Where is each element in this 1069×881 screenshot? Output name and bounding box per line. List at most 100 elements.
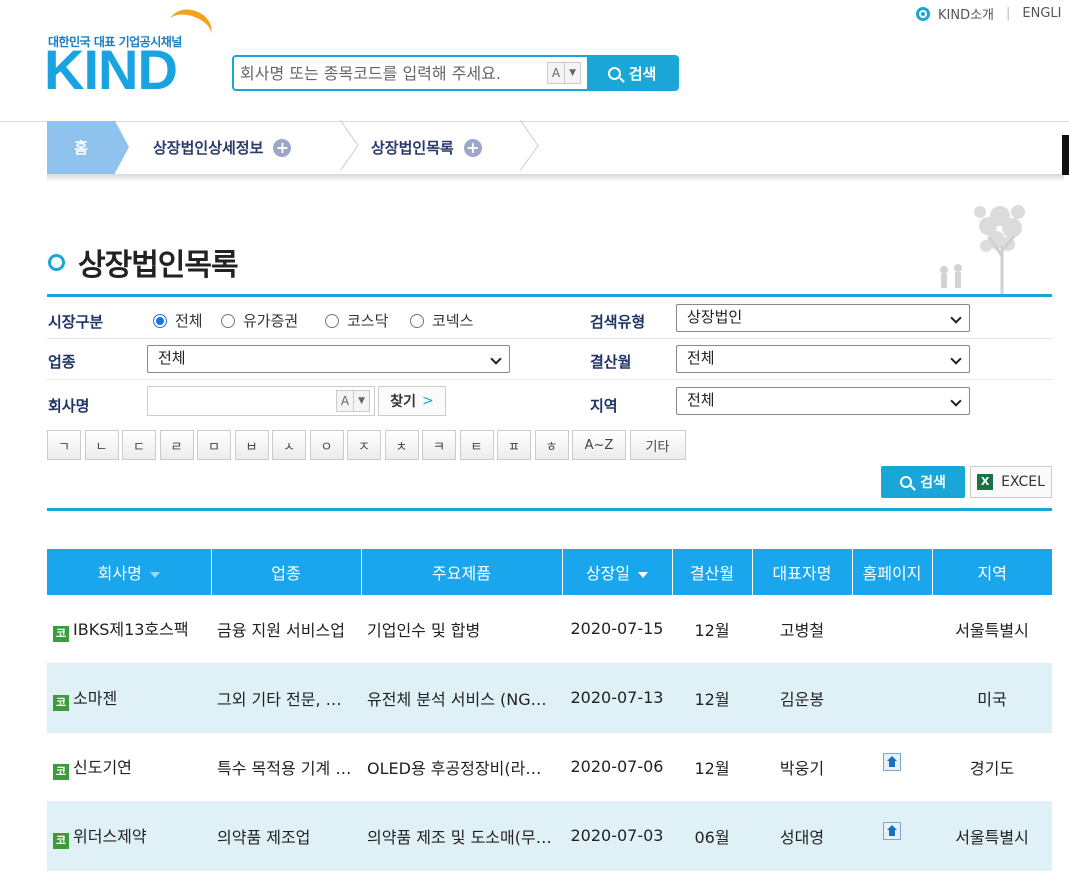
- column-header-label: 상장일: [585, 564, 631, 583]
- company-cell[interactable]: 코 IBKS제13호스팩: [47, 595, 211, 664]
- ime-toggle[interactable]: A ▼: [335, 390, 370, 412]
- breadcrumb-item-detail-label: 상장법인상세정보: [153, 139, 264, 157]
- search-type-value: 상장법인: [687, 308, 743, 326]
- consonant-button[interactable]: ㅋ: [422, 430, 456, 460]
- ime-label: A: [340, 394, 350, 408]
- filter-row-divider: [47, 379, 1052, 380]
- radio-unchecked-icon[interactable]: [410, 313, 424, 328]
- product-cell: 유전체 분석 서비스 (NGS, CES, Microarray): [361, 663, 562, 733]
- column-header-homepage: 홈페이지: [852, 549, 933, 595]
- consonant-button[interactable]: ㄷ: [122, 430, 156, 460]
- company-cell[interactable]: 코 위더스제약: [47, 801, 211, 871]
- excel-icon: X: [977, 474, 994, 490]
- company-cell[interactable]: 코 소마젠: [47, 663, 211, 733]
- consonant-button[interactable]: ㅎ: [534, 430, 569, 460]
- consonant-button[interactable]: ㄱ: [47, 430, 81, 460]
- market-radio-kospi[interactable]: 유가증권: [221, 310, 298, 331]
- chevron-down-icon: [950, 353, 962, 365]
- kind-logo[interactable]: KIND: [44, 40, 178, 100]
- search-type-label: 검색유형: [590, 313, 646, 331]
- market-label: 시장구분: [48, 313, 104, 331]
- excel-download-button[interactable]: X EXCEL: [970, 466, 1052, 498]
- consonant-button[interactable]: ㅊ: [384, 430, 419, 460]
- region-select[interactable]: 전체: [676, 387, 970, 415]
- company-name-link[interactable]: 소마젠: [73, 689, 117, 708]
- industry-select[interactable]: 전체: [147, 345, 510, 373]
- search-icon: [607, 66, 621, 80]
- company-name-link[interactable]: IBKS제13호스팩: [73, 620, 189, 639]
- company-list-table: 회사명 업종 주요제품 상장일 결산월 대표자명 홈페이지 지역 코 IBKS제1…: [47, 549, 1052, 871]
- ceo-cell: 성대영: [752, 801, 852, 871]
- kosdaq-badge-icon: 코: [53, 764, 69, 780]
- sort-down-icon[interactable]: [149, 571, 160, 578]
- consonant-button[interactable]: ㅌ: [459, 430, 494, 460]
- ceo-cell: 박웅기: [752, 732, 852, 802]
- consonant-button[interactable]: ㅁ: [197, 430, 231, 460]
- region-cell: 미국: [932, 663, 1052, 733]
- breadcrumb-home-arrow: [115, 121, 129, 173]
- top-search-box: A ▼ 검색: [232, 55, 679, 91]
- radio-checked-icon[interactable]: [153, 313, 167, 328]
- kind-info-link[interactable]: KIND소개: [938, 4, 994, 23]
- listing-date-cell: 2020-07-03: [562, 801, 672, 871]
- product-cell: OLED용 후공정장비(라미네이터): [361, 732, 562, 802]
- top-search-button[interactable]: 검색: [587, 57, 677, 89]
- homepage-cell: [852, 595, 932, 664]
- region-value: 전체: [687, 391, 715, 409]
- top-search-input[interactable]: [234, 58, 547, 88]
- breadcrumb-item-list[interactable]: 상장법인목록 +: [371, 121, 482, 174]
- column-header-listing-date[interactable]: 상장일: [562, 549, 673, 595]
- breadcrumb-item-detail[interactable]: 상장법인상세정보 +: [153, 121, 292, 174]
- tree-illustration-icon: [940, 205, 1025, 294]
- radio-unchecked-icon[interactable]: [221, 313, 235, 328]
- fiscal-month-label: 결산월: [590, 353, 632, 371]
- consonant-button[interactable]: ㅈ: [347, 430, 381, 460]
- fiscal-month-cell: 06월: [672, 801, 752, 871]
- consonant-button[interactable]: ㅅ: [272, 430, 306, 460]
- consonant-button[interactable]: ㅂ: [234, 430, 269, 460]
- top-links-divider: |: [1006, 6, 1011, 21]
- column-header-industry: 업종: [211, 549, 362, 595]
- consonant-button[interactable]: ㅇ: [309, 430, 344, 460]
- plus-icon[interactable]: +: [463, 138, 482, 157]
- breadcrumb-shadow: [47, 174, 1064, 182]
- company-name-input[interactable]: A ▼: [147, 386, 375, 416]
- ime-toggle[interactable]: A ▼: [546, 62, 581, 84]
- breadcrumb-item-list-label: 상장법인목록: [371, 139, 454, 157]
- ceo-cell: 고병철: [752, 595, 852, 664]
- consonant-button[interactable]: ㅍ: [497, 430, 531, 460]
- alphabet-button[interactable]: A~Z: [572, 430, 626, 460]
- consonant-button[interactable]: ㄴ: [84, 430, 119, 460]
- market-radio-all[interactable]: 전체: [153, 310, 203, 331]
- find-button[interactable]: 찾기 >: [378, 386, 446, 416]
- market-radio-kosdaq[interactable]: 코스닥: [325, 310, 388, 331]
- plus-icon[interactable]: +: [273, 138, 292, 157]
- breadcrumb: 홈 상장법인상세정보 + 상장법인목록 +: [47, 121, 1064, 174]
- fiscal-month-select[interactable]: 전체: [676, 345, 970, 373]
- column-header-company[interactable]: 회사명: [47, 549, 212, 595]
- sort-down-icon[interactable]: [638, 571, 649, 578]
- homepage-icon[interactable]: [883, 822, 901, 840]
- market-radio-konex[interactable]: 코넥스: [410, 310, 473, 331]
- table-header-row: 회사명 업종 주요제품 상장일 결산월 대표자명 홈페이지 지역: [47, 549, 1052, 595]
- scrollbar-thumb[interactable]: [1062, 135, 1069, 175]
- company-name-link[interactable]: 신도기연: [73, 758, 132, 777]
- consonant-button[interactable]: ㄹ: [159, 430, 194, 460]
- market-radio-all-label: 전체: [175, 312, 203, 330]
- english-link[interactable]: ENGLI: [1022, 6, 1061, 21]
- radio-unchecked-icon[interactable]: [325, 313, 339, 328]
- kind-info-icon: [916, 6, 930, 21]
- chevron-down-icon: [490, 353, 502, 365]
- chevron-down-icon: [950, 312, 962, 324]
- title-bullet-icon: [48, 254, 65, 271]
- homepage-cell: [852, 732, 932, 802]
- table-row: 코신도기연 특수 목적용 기계 제조업 OLED용 후공정장비(라미네이터) 2…: [47, 732, 1052, 802]
- company-cell[interactable]: 코 신도기연: [47, 732, 211, 802]
- fiscal-month-cell: 12월: [672, 595, 752, 664]
- homepage-icon[interactable]: [883, 753, 901, 771]
- breadcrumb-home[interactable]: 홈: [47, 121, 115, 174]
- etc-button[interactable]: 기타: [629, 430, 686, 460]
- filter-search-button[interactable]: 검색: [881, 466, 965, 498]
- company-name-link[interactable]: 위더스제약: [73, 827, 147, 846]
- search-type-select[interactable]: 상장법인: [676, 304, 970, 332]
